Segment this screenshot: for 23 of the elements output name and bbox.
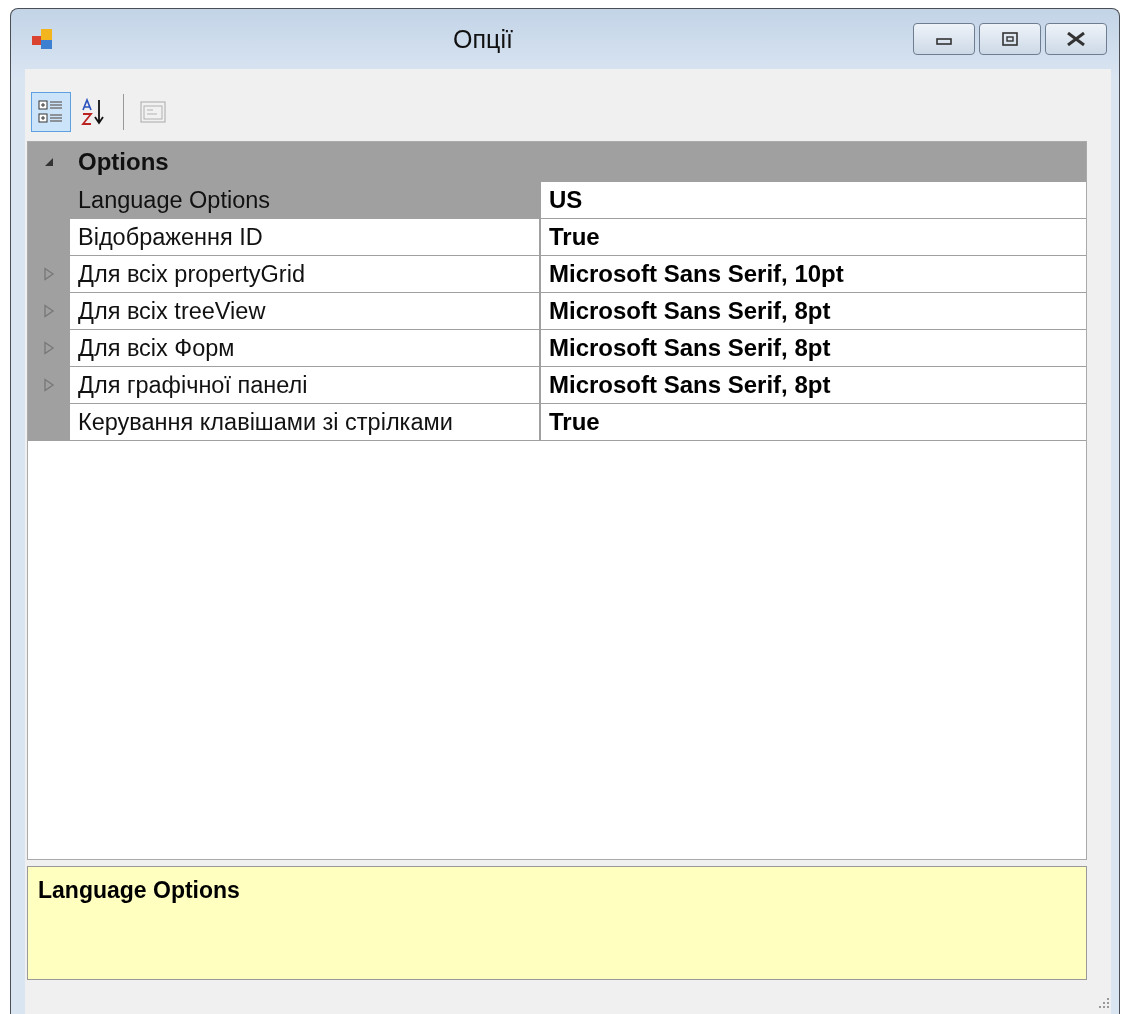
expand-icon[interactable] <box>43 378 55 392</box>
property-value[interactable]: Microsoft Sans Serif, 10pt <box>541 256 1086 292</box>
resize-grip-icon[interactable] <box>1097 996 1111 1010</box>
category-label[interactable]: Options <box>70 148 169 176</box>
maximize-icon <box>1001 32 1019 46</box>
property-value[interactable]: True <box>541 219 1086 255</box>
close-icon <box>1065 32 1087 46</box>
close-button[interactable] <box>1045 23 1107 55</box>
description-title: Language Options <box>38 877 240 903</box>
property-value[interactable]: True <box>541 404 1086 440</box>
property-name[interactable]: Language Options <box>70 182 541 218</box>
property-value[interactable]: Microsoft Sans Serif, 8pt <box>541 367 1086 403</box>
expand-icon[interactable] <box>43 267 55 281</box>
window-title: Опції <box>452 24 514 54</box>
minimize-button[interactable] <box>913 23 975 55</box>
property-value[interactable]: US <box>541 182 1086 218</box>
expand-icon[interactable] <box>43 341 55 355</box>
app-icon <box>31 28 53 50</box>
expand-icon[interactable] <box>43 304 55 318</box>
property-value[interactable]: Microsoft Sans Serif, 8pt <box>541 293 1086 329</box>
property-value[interactable]: Microsoft Sans Serif, 8pt <box>541 330 1086 366</box>
maximize-button[interactable] <box>979 23 1041 55</box>
collapse-icon[interactable] <box>43 156 55 168</box>
